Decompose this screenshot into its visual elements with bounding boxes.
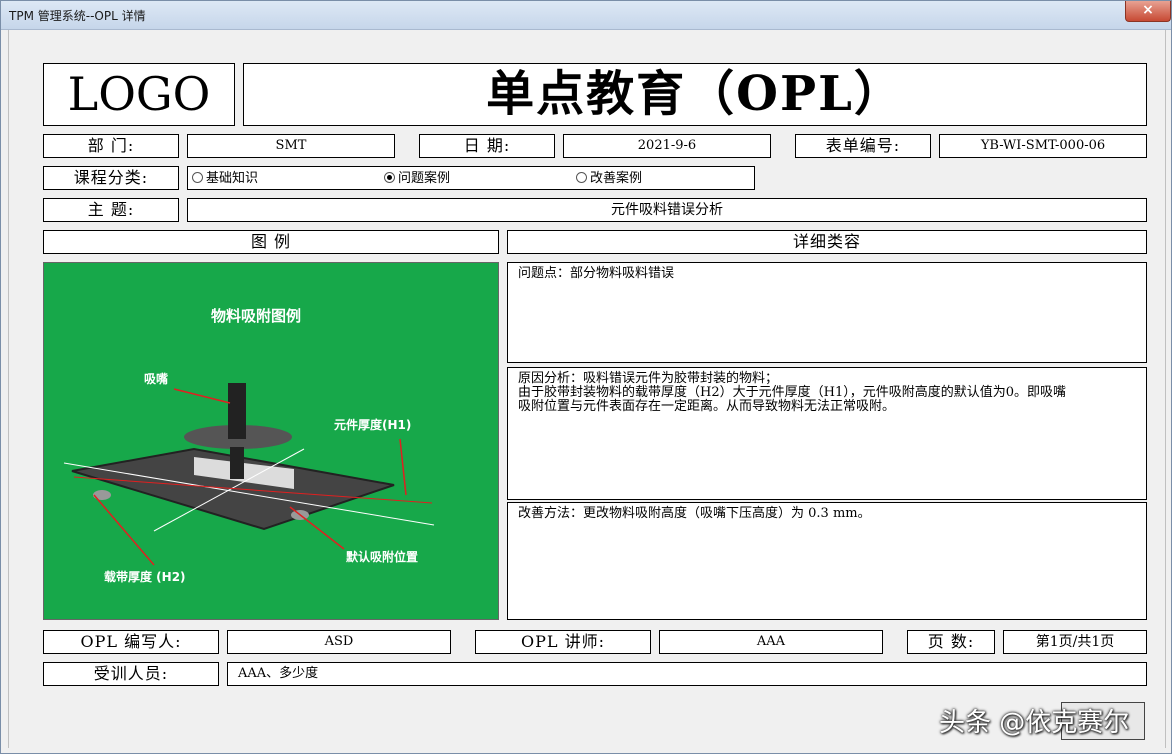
date-label: 日 期: <box>419 134 555 158</box>
dept-label: 部 门: <box>43 134 179 158</box>
close-button[interactable]: × <box>1125 1 1171 22</box>
form-number-label: 表单编号: <box>795 134 931 158</box>
illustration-header: 图 例 <box>43 230 499 254</box>
radio-improvement-case[interactable]: 改善案例 <box>576 168 642 190</box>
pages-label: 页 数: <box>907 630 995 654</box>
author-field[interactable]: ASD <box>227 630 451 654</box>
cause-line-3: 吸附位置与元件表面存在一定距离。从而导致物料无法正常吸附。 <box>518 399 896 414</box>
watermark-text: 头条 @依克赛尔 <box>939 708 1130 738</box>
category-radio-group: 基础知识 问题案例 改善案例 <box>187 166 755 190</box>
teacher-field[interactable]: AAA <box>659 630 883 654</box>
pages-field: 第1页/共1页 <box>1003 630 1147 654</box>
default-position-label: 默认吸附位置 <box>346 549 418 564</box>
trainee-label: 受训人员: <box>43 662 219 686</box>
nozzle-shaft-top <box>228 383 246 439</box>
app-window: TPM 管理系统--OPL 详情 × LOGO 单点教育（OPL） 部 门: S… <box>0 0 1172 754</box>
trainee-field[interactable]: AAA、多少度 <box>227 662 1147 686</box>
improve-text: 改善方法：更改物料吸附高度（吸嘴下压高度）为 0.3 mm。 <box>518 506 871 521</box>
thickness-arrow <box>399 438 407 496</box>
author-label: OPL 编写人: <box>43 630 219 654</box>
page-title: 单点教育（OPL） <box>243 63 1147 126</box>
problem-box: 问题点：部分物料吸料错误 <box>507 262 1147 363</box>
position-arrow <box>289 506 345 550</box>
topic-label: 主 题: <box>43 198 179 222</box>
form-number-field[interactable]: YB-WI-SMT-000-06 <box>939 134 1147 158</box>
nozzle-arrow <box>173 388 231 404</box>
tape-arrow <box>93 494 155 566</box>
radio-problem-case-label: 问题案例 <box>398 171 451 186</box>
teacher-label: OPL 讲师: <box>475 630 651 654</box>
radio-improvement-case-dot <box>576 172 587 183</box>
sprocket-hole <box>93 490 111 500</box>
radio-basic-knowledge-label: 基础知识 <box>206 171 259 186</box>
title-bar[interactable]: TPM 管理系统--OPL 详情 × <box>1 1 1171 30</box>
thickness-label: 元件厚度(H1) <box>334 417 411 432</box>
topic-field[interactable]: 元件吸料错误分析 <box>187 198 1147 222</box>
radio-basic-knowledge[interactable]: 基础知识 <box>192 168 258 190</box>
problem-text: 问题点：部分物料吸料错误 <box>518 266 675 281</box>
nozzle-label: 吸嘴 <box>144 371 168 386</box>
radio-problem-case-dot <box>384 172 395 183</box>
detail-header: 详细类容 <box>507 230 1147 254</box>
category-label: 课程分类: <box>43 166 179 190</box>
cause-line-2: 由于胶带封装物料的载带厚度（H2）大于元件厚度（H1），元件吸附高度的默认值为0… <box>518 385 1066 400</box>
cause-box: 原因分析：吸料错误元件为胶带封装的物料； 由于胶带封装物料的载带厚度（H2）大于… <box>507 367 1147 500</box>
date-field[interactable]: 2021-9-6 <box>563 134 771 158</box>
nozzle-shaft-bottom <box>230 447 244 479</box>
figure-title: 物料吸附图例 <box>211 307 301 325</box>
illustration-image: 物料吸附图例 吸嘴 元件厚度(H1) 载带厚度 (H2) 默认吸附位置 <box>43 262 499 620</box>
improve-box: 改善方法：更改物料吸附高度（吸嘴下压高度）为 0.3 mm。 <box>507 502 1147 620</box>
nozzle-diagram: 物料吸附图例 吸嘴 元件厚度(H1) 载带厚度 (H2) 默认吸附位置 <box>63 307 435 584</box>
radio-problem-case[interactable]: 问题案例 <box>384 168 450 190</box>
logo-box: LOGO <box>43 63 235 126</box>
tape-thickness-label: 载带厚度 (H2) <box>104 569 186 584</box>
cause-line-1: 原因分析：吸料错误元件为胶带封装的物料； <box>518 371 779 386</box>
window-title: TPM 管理系统--OPL 详情 <box>9 9 146 23</box>
radio-improvement-case-label: 改善案例 <box>590 171 643 186</box>
dept-field[interactable]: SMT <box>187 134 395 158</box>
radio-basic-knowledge-dot <box>192 172 203 183</box>
opl-form: LOGO 单点教育（OPL） 部 门: SMT 日 期: 2021-9-6 表单… <box>8 30 1166 748</box>
